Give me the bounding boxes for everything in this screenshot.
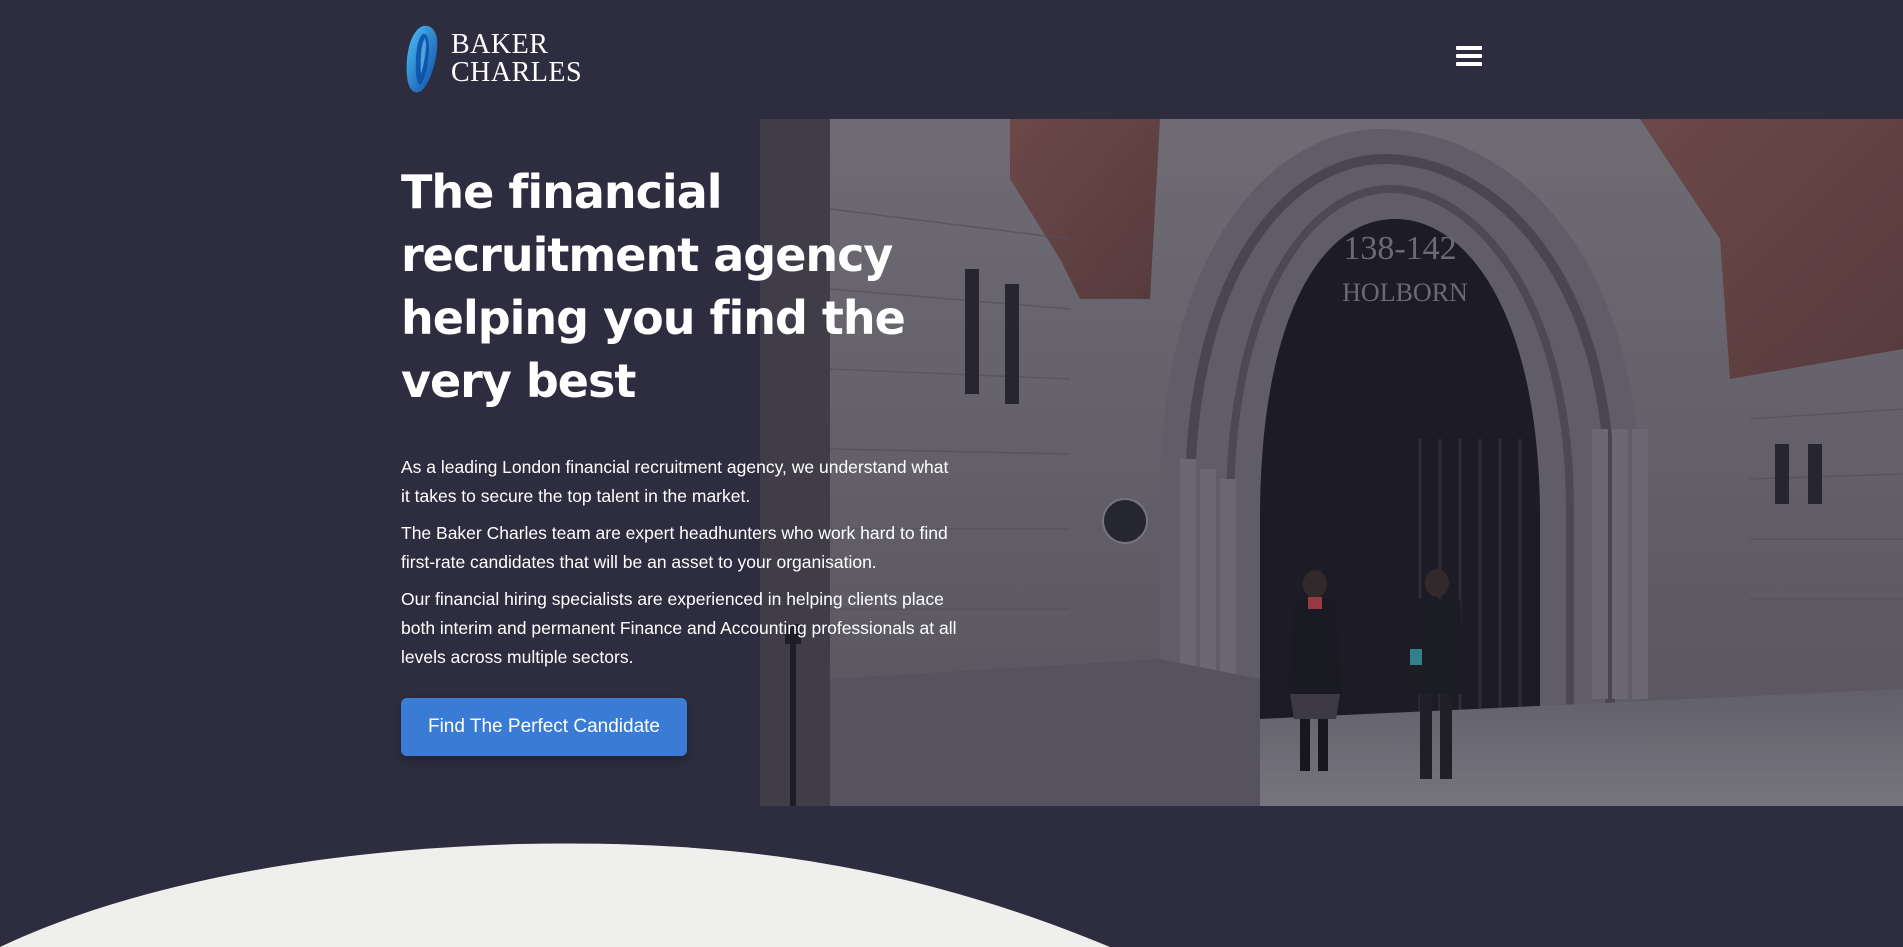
brand-name: BAKER CHARLES	[451, 31, 582, 87]
logo-mark-icon	[406, 25, 438, 93]
hamburger-menu-icon[interactable]	[1456, 46, 1482, 68]
hero-title: The financial recruitment agency helping…	[401, 165, 906, 408]
hero-paragraph-1: As a leading London financial recruitmen…	[401, 457, 949, 506]
hero-paragraph-2: The Baker Charles team are expert headhu…	[401, 523, 948, 572]
section-divider-wave	[0, 843, 1110, 947]
brand-name-line1: BAKER	[451, 29, 549, 60]
find-perfect-candidate-button[interactable]: Find The Perfect Candidate	[401, 698, 687, 756]
site-header: BAKER CHARLES	[0, 0, 1903, 119]
hero-description: As a leading London financial recruitmen…	[401, 453, 961, 680]
brand-logo[interactable]: BAKER CHARLES	[401, 24, 582, 94]
hero-paragraph-3: Our financial hiring specialists are exp…	[401, 589, 957, 667]
brand-name-line2: CHARLES	[451, 57, 583, 88]
